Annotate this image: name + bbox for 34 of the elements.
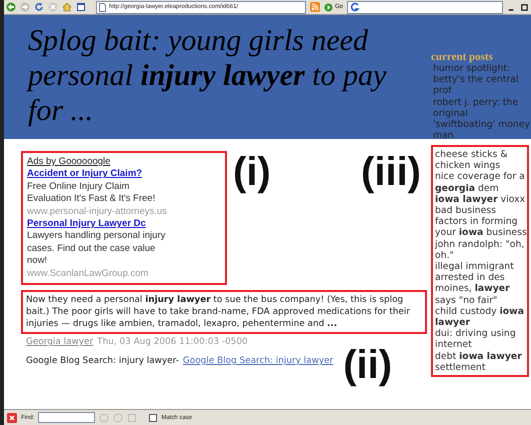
annotation-label: (iii): [360, 151, 422, 193]
sidebar-post-link[interactable]: john randolph: "oh, oh.": [433, 238, 527, 262]
ad-title-link[interactable]: Personal Injury Lawyer Dc: [27, 218, 175, 230]
post-title: Splog bait: young girls need personal injury lawyer to pay for ...: [25, 23, 388, 129]
ad-url: www.ScanlanLawGroup.com: [27, 268, 150, 280]
page-icon: [99, 2, 106, 12]
ad-description: Lawyers handling personal injury cases. Find out the case value now!: [27, 230, 166, 268]
forward-icon[interactable]: [20, 2, 30, 12]
ads-heading-link[interactable]: Ads by Goooooogle: [27, 156, 175, 168]
sidebar-heading: current posts: [431, 51, 494, 63]
sidebar-post-link[interactable]: debt iowa lawyer settlement: [433, 350, 527, 374]
maximize-icon[interactable]: [520, 2, 529, 12]
close-icon[interactable]: [7, 412, 17, 422]
refresh-icon[interactable]: [34, 2, 44, 12]
home-icon[interactable]: [62, 2, 72, 12]
back-icon[interactable]: [6, 2, 16, 12]
search-engine-icon: [350, 2, 360, 12]
source-link[interactable]: Georgia lawyer: [26, 337, 94, 348]
ad-url: www.personal-injury-attorneys.us: [27, 206, 168, 218]
post-date: Thu, 03 Aug 2006 11:00:03 -0500: [97, 337, 248, 348]
sidebar-post-link[interactable]: illegal immigrant arrested in des moines, lawyer says "no fair": [433, 261, 527, 306]
annotation-label: (ii): [342, 344, 394, 386]
post-excerpt: Now they need a personal injury lawyer to sue the bus company! (Yes, this is splog bait.) The poor girls will have to take brand-name, FDA approved medications for their injuries — drugs like ambien, tramadol, lexapro, pehentermine and ...: [21, 290, 427, 334]
feed-icon[interactable]: [310, 2, 320, 12]
blog-search-text: Google Blog Search: injury lawyer-: [26, 355, 179, 366]
annotation-label: (i): [232, 151, 272, 193]
match-case-checkbox[interactable]: [149, 414, 158, 422]
window-icon[interactable]: [76, 2, 86, 12]
ad-description: Free Online Injury Claim Evaluation It's Fast & It's Free!: [27, 180, 156, 206]
find-field[interactable]: [38, 412, 96, 423]
search-field[interactable]: [347, 0, 503, 14]
ad-title-link[interactable]: Accident or Injury Claim?: [27, 168, 175, 181]
sidebar-post-link[interactable]: iowa lawyer vioxx: [433, 194, 527, 206]
blog-search-link[interactable]: Google Blog Search: injury lawyer: [182, 352, 334, 366]
